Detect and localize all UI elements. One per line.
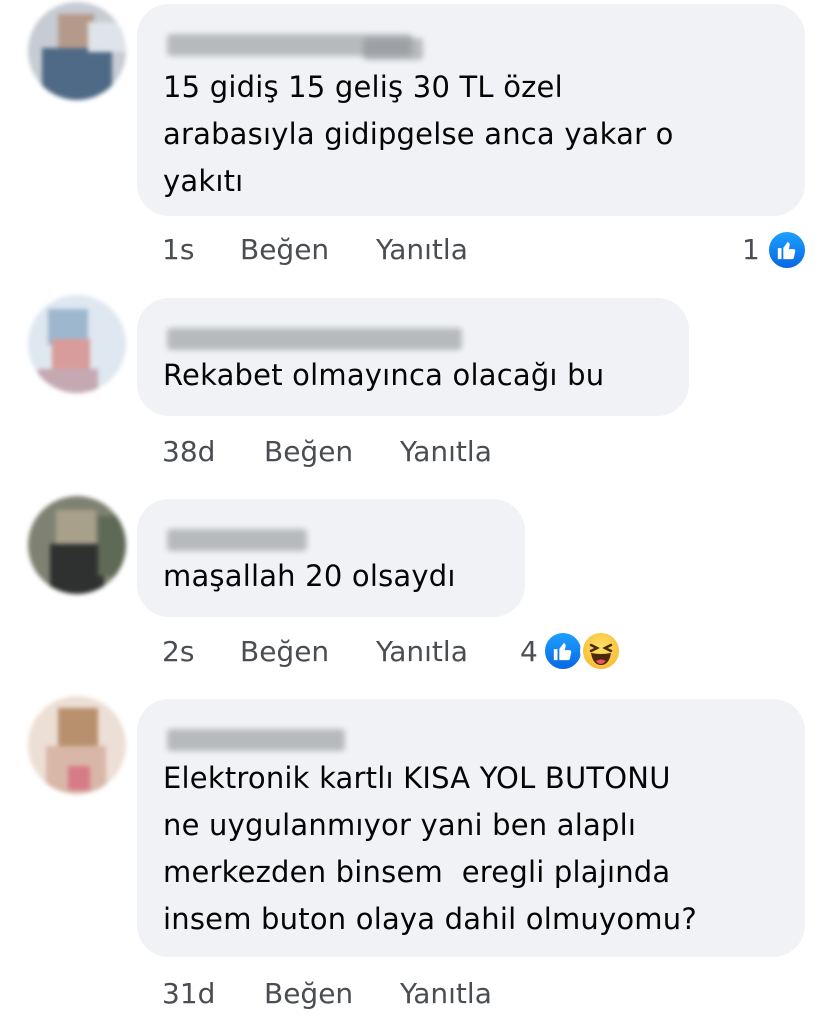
author-name-redacted[interactable] — [163, 24, 779, 64]
like-button[interactable]: Beğen — [240, 632, 329, 672]
reply-button[interactable]: Yanıtla — [400, 432, 492, 472]
comment-time[interactable]: 1s — [162, 230, 194, 270]
comment-time[interactable]: 31d — [162, 974, 215, 1014]
like-button[interactable]: Beğen — [264, 974, 353, 1014]
comment-time[interactable]: 38d — [162, 432, 215, 472]
like-icon — [542, 630, 584, 672]
comment-text: Rekabet olmayınca olacağı bu — [163, 358, 605, 392]
comment-time[interactable]: 2s — [162, 632, 194, 672]
author-name-redacted[interactable] — [163, 719, 779, 759]
comment-actions: 2s Beğen Yanıtla — [162, 632, 502, 672]
like-button[interactable]: Beğen — [264, 432, 353, 472]
reply-button[interactable]: Yanıtla — [376, 230, 468, 270]
comment-text: 15 gidiş 15 geliş 30 TL özel arabasıyla … — [163, 70, 674, 198]
reaction-count[interactable]: 4 — [520, 632, 538, 672]
comment-bubble: Elektronik kartlı KISA YOL BUTONU ne uyg… — [137, 699, 805, 957]
like-icon — [766, 229, 808, 271]
avatar[interactable] — [28, 2, 126, 100]
comment-actions: 1s Beğen Yanıtla — [162, 230, 802, 270]
comment-bubble: Rekabet olmayınca olacağı bu — [137, 298, 689, 416]
haha-icon — [580, 630, 622, 672]
avatar[interactable] — [28, 295, 126, 393]
avatar[interactable] — [28, 696, 126, 794]
comment-actions: 31d Beğen Yanıtla — [162, 974, 582, 1014]
like-button[interactable]: Beğen — [240, 230, 329, 270]
comment-bubble: maşallah 20 olsaydı — [137, 499, 525, 617]
author-name-redacted[interactable] — [163, 318, 663, 358]
comment-actions: 38d Beğen Yanıtla — [162, 432, 582, 472]
comment-bubble: 15 gidiş 15 geliş 30 TL özel arabasıyla … — [137, 4, 805, 216]
reaction-count[interactable]: 1 — [742, 230, 760, 270]
reply-button[interactable]: Yanıtla — [376, 632, 468, 672]
author-name-redacted[interactable] — [163, 519, 499, 559]
comment-text: Elektronik kartlı KISA YOL BUTONU ne uyg… — [163, 761, 697, 936]
reply-button[interactable]: Yanıtla — [400, 974, 492, 1014]
avatar[interactable] — [28, 496, 126, 594]
comment-text: maşallah 20 olsaydı — [163, 559, 456, 593]
